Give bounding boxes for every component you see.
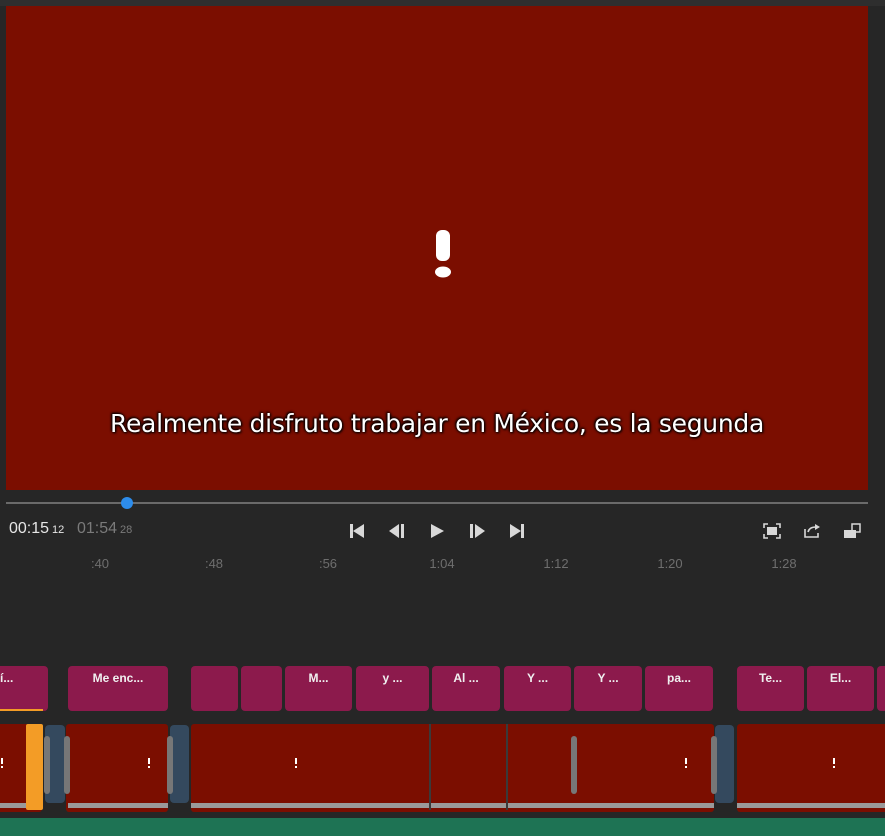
selected-clip-handle[interactable]	[26, 724, 43, 810]
clip-audio-bar	[68, 803, 168, 808]
exclamation-icon	[1, 758, 3, 768]
exclamation-icon	[685, 758, 687, 768]
trim-handle[interactable]	[64, 736, 70, 794]
step-back-icon	[389, 524, 404, 538]
fit-to-screen-button[interactable]	[761, 520, 783, 542]
play-icon	[431, 524, 444, 538]
caption-selection-indicator	[0, 709, 43, 711]
caption-block[interactable]: El...	[807, 666, 874, 711]
caption-block[interactable]: Te...	[737, 666, 804, 711]
play-button[interactable]	[426, 520, 448, 542]
clip-audio-bar	[737, 803, 885, 808]
trim-handle[interactable]	[711, 736, 717, 794]
video-clip[interactable]	[737, 724, 885, 812]
video-preview[interactable]: Realmente disfruto trabajar en México, e…	[6, 6, 868, 490]
ruler-tick: :48	[204, 556, 224, 571]
total-time: 01:54 28	[77, 520, 133, 537]
exclamation-icon	[435, 230, 451, 278]
caption-block[interactable]: Y ...	[504, 666, 571, 711]
caption-block[interactable]: pa...	[645, 666, 713, 711]
trim-handle[interactable]	[167, 736, 173, 794]
ruler-tick: 1:12	[543, 556, 569, 571]
skip-to-start-icon	[350, 524, 364, 538]
layout-button[interactable]	[841, 520, 863, 542]
skip-to-start-button[interactable]	[346, 520, 368, 542]
ruler-tick: :40	[90, 556, 110, 571]
exclamation-icon	[295, 758, 297, 768]
caption-block[interactable]	[877, 666, 885, 711]
exclamation-icon	[833, 758, 835, 768]
step-forward-button[interactable]	[466, 520, 488, 542]
scrub-bar[interactable]	[6, 502, 868, 504]
share-icon	[804, 524, 820, 538]
caption-block[interactable]: y ...	[356, 666, 429, 711]
caption-block[interactable]: Y ...	[574, 666, 642, 711]
transition-block[interactable]	[715, 725, 734, 803]
audio-track[interactable]	[0, 818, 885, 836]
ruler-tick: 1:20	[657, 556, 683, 571]
caption-block[interactable]: M...	[285, 666, 352, 711]
layout-icon	[844, 523, 861, 538]
skip-to-end-icon	[510, 524, 524, 538]
caption-block[interactable]	[191, 666, 238, 711]
clip-audio-bar	[191, 803, 714, 808]
ruler-tick: :56	[318, 556, 338, 571]
current-time: 00:15 12	[9, 520, 65, 537]
share-button[interactable]	[801, 520, 823, 542]
subtitle-text: Realmente disfruto trabajar en México, e…	[110, 409, 764, 438]
ruler-tick: 1:28	[771, 556, 797, 571]
clip-divider	[429, 724, 431, 810]
caption-block[interactable]: Me enc...	[68, 666, 168, 711]
playhead-handle[interactable]	[120, 497, 133, 509]
ruler-tick: 1:04	[429, 556, 455, 571]
step-back-button[interactable]	[386, 520, 408, 542]
caption-block[interactable]: í...	[0, 666, 48, 711]
fit-to-screen-icon	[763, 523, 781, 539]
trim-handle[interactable]	[571, 736, 577, 794]
caption-block[interactable]	[241, 666, 282, 711]
video-clip[interactable]	[191, 724, 714, 812]
caption-block[interactable]: Al ...	[432, 666, 500, 711]
exclamation-icon	[148, 758, 150, 768]
trim-handle[interactable]	[44, 736, 50, 794]
skip-to-end-button[interactable]	[506, 520, 528, 542]
clip-divider	[506, 724, 508, 810]
step-forward-icon	[470, 524, 485, 538]
video-clip[interactable]	[66, 724, 168, 812]
